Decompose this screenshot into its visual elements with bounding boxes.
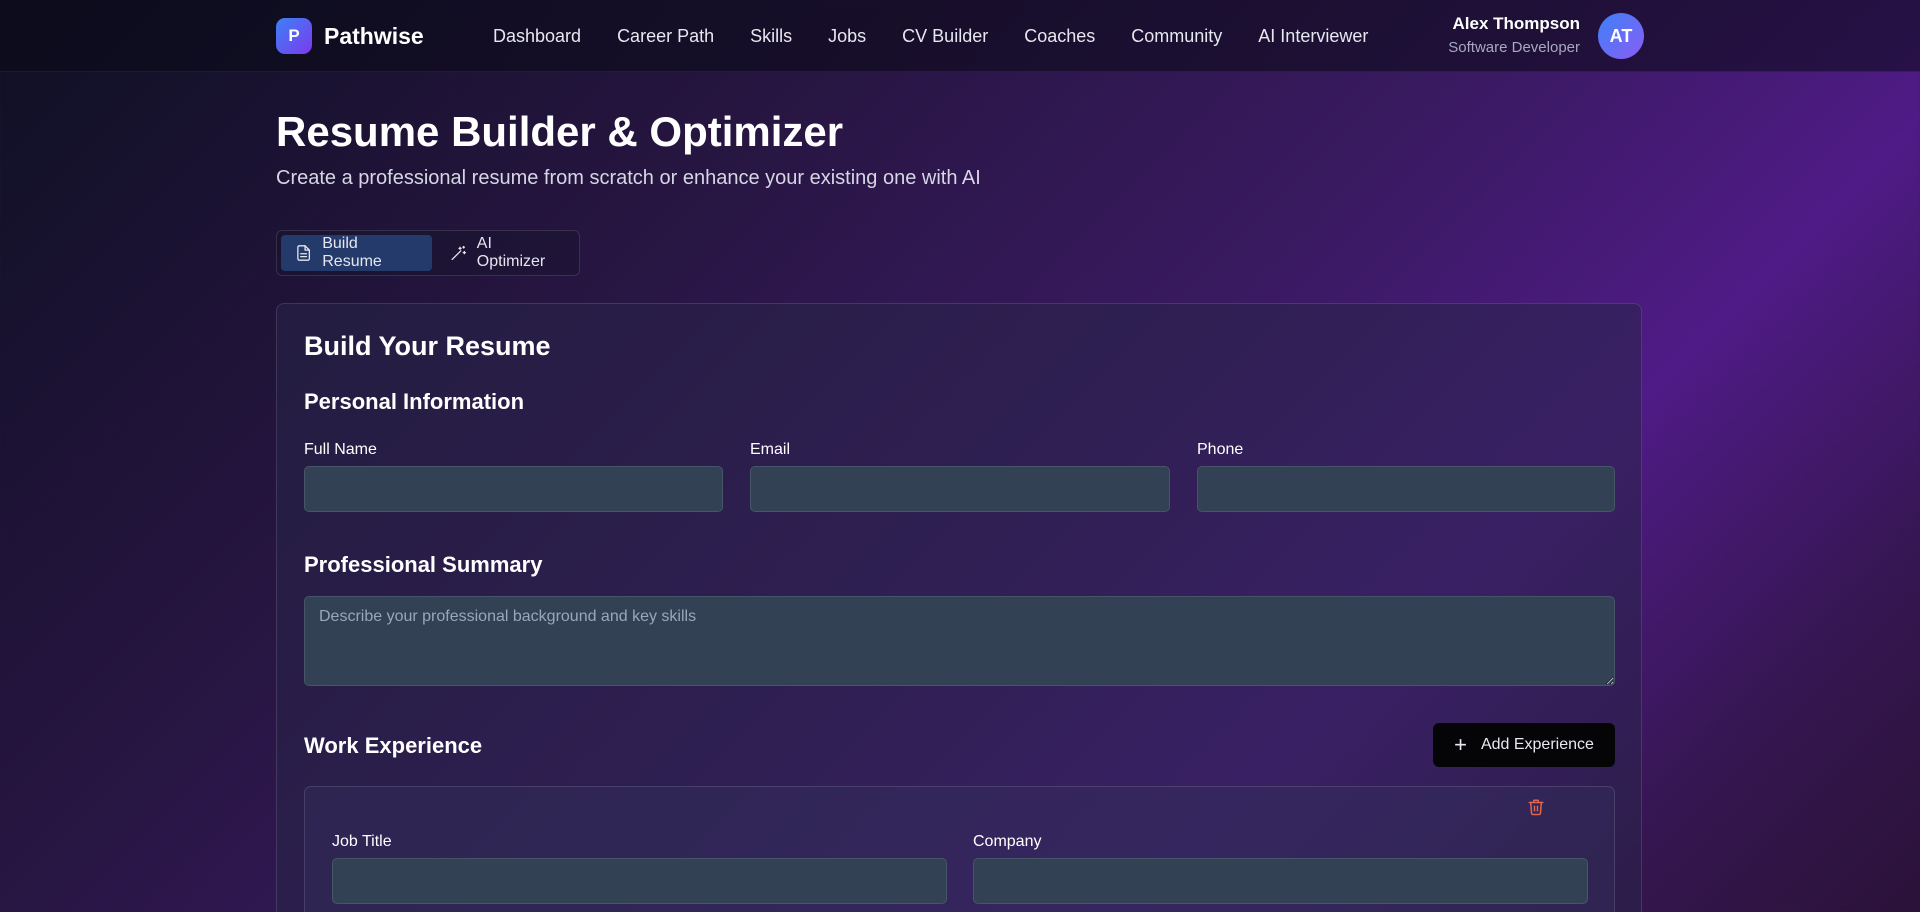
nav-link-ai-interviewer[interactable]: AI Interviewer [1258,26,1368,47]
section-personal-information: Personal Information [304,389,525,414]
top-navbar: P Pathwise Dashboard Career Path Skills … [0,0,1920,72]
user-menu[interactable]: Alex Thompson Software Developer AT [1448,12,1644,60]
brand-logo: P [276,18,312,54]
user-name: Alex Thompson [1452,14,1580,33]
document-icon [297,245,311,261]
job-title-label: Job Title [332,833,392,850]
add-experience-label: Add Experience [1480,736,1594,753]
nav-link-dashboard[interactable]: Dashboard [493,26,581,47]
job-title-input[interactable] [332,858,947,904]
company-label: Company [973,833,1042,850]
professional-summary-textarea[interactable] [304,596,1615,686]
tab-label: AI Optimizer [476,235,546,270]
full-name-input[interactable] [304,466,723,512]
page-subtitle: Create a professional resume from scratc… [276,167,981,189]
email-input[interactable] [750,466,1170,512]
magic-wand-icon [451,245,466,261]
experience-entry: Job Title Company [304,786,1615,912]
nav-link-career-path[interactable]: Career Path [617,26,714,47]
nav-link-coaches[interactable]: Coaches [1024,26,1095,47]
page-title: Resume Builder & Optimizer [276,108,844,155]
phone-label: Phone [1197,441,1244,458]
brand-name: Pathwise [324,22,424,49]
nav-links: Dashboard Career Path Skills Jobs CV Bui… [493,0,1368,72]
brand[interactable]: P Pathwise [276,18,424,54]
resume-form-card: Build Your Resume Personal Information F… [276,303,1642,912]
nav-link-skills[interactable]: Skills [750,26,792,47]
tab-ai-optimizer[interactable]: AI Optimizer [436,235,575,271]
trash-icon[interactable] [1527,798,1545,816]
tab-label: Build Resume [322,235,382,270]
phone-input[interactable] [1197,466,1615,512]
section-work-experience: Work Experience [304,733,483,758]
tab-build-resume[interactable]: Build Resume [281,235,432,271]
user-info: Alex Thompson Software Developer [1448,13,1580,59]
mode-tabs: Build Resume AI Optimizer [276,230,580,276]
user-role: Software Developer [1448,39,1580,56]
add-experience-button[interactable]: + Add Experience [1433,723,1615,767]
email-label: Email [750,441,791,458]
company-input[interactable] [973,858,1588,904]
full-name-label: Full Name [304,441,377,458]
nav-link-community[interactable]: Community [1131,26,1222,47]
card-title: Build Your Resume [304,331,551,361]
section-professional-summary: Professional Summary [304,552,543,577]
plus-icon: + [1454,732,1467,757]
nav-link-cv-builder[interactable]: CV Builder [902,26,988,47]
nav-link-jobs[interactable]: Jobs [828,26,866,47]
avatar[interactable]: AT [1598,13,1644,59]
